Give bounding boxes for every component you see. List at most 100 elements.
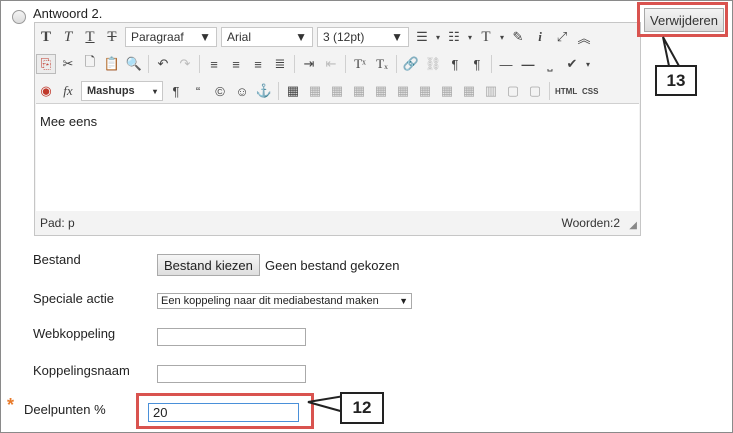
choose-file-button[interactable]: Bestand kiezen — [157, 254, 260, 276]
size-value: 3 (12pt) — [323, 30, 365, 44]
mashups-dropdown[interactable]: Mashups ▾ — [81, 81, 163, 101]
nonbreaking-space-icon[interactable]: ⎵ — [540, 54, 560, 74]
emoticon-icon[interactable]: ☺ — [232, 81, 252, 101]
chevron-down-icon[interactable]: ▾ — [466, 27, 474, 47]
chevron-down-icon: ▼ — [295, 30, 307, 44]
separator — [278, 82, 279, 100]
find-icon[interactable]: 🔍 — [124, 54, 144, 74]
underline-icon[interactable]: T — [80, 27, 100, 47]
file-status: Geen bestand gekozen — [265, 258, 400, 273]
chevron-down-icon[interactable]: ▾ — [498, 27, 506, 47]
subscript-icon[interactable]: Tₓ — [372, 54, 392, 74]
css-button[interactable]: CSS — [580, 81, 600, 101]
separator — [549, 82, 550, 100]
paste-icon[interactable]: 📋 — [102, 54, 122, 74]
answer-label: Antwoord 2. — [33, 6, 103, 21]
undo-icon[interactable]: ↶ — [153, 54, 173, 74]
rule-icon[interactable]: — — [518, 54, 538, 74]
copy-icon[interactable]: 🗋 — [80, 54, 100, 74]
align-center-icon[interactable]: ≡ — [226, 54, 246, 74]
bold-icon[interactable]: T — [36, 27, 56, 47]
toolbar-row-2: ⎘ ✂ 🗋 📋 🔍 ↶ ↷ ≡ ≡ ≡ ≣ ⇥ ⇤ Tˣ Tₓ 🔗 ⛓ ¶ ¶ … — [35, 51, 593, 77]
koppelingsnaam-input[interactable] — [157, 365, 306, 383]
highlight-icon[interactable]: ✎ — [508, 27, 528, 47]
info-icon[interactable]: i — [530, 27, 550, 47]
spellcheck-icon[interactable]: ✔ — [562, 54, 582, 74]
status-path: Pad: p — [40, 216, 75, 230]
highlight-box-13 — [637, 2, 728, 37]
speciale-actie-label: Speciale actie — [33, 291, 114, 306]
cut-icon[interactable]: ✂ — [58, 54, 78, 74]
bestand-label: Bestand — [33, 252, 81, 267]
koppelingsnaam-label: Koppelingsnaam — [33, 363, 130, 378]
table-merge-icon[interactable]: ▦ — [437, 81, 457, 101]
required-marker: * — [7, 395, 15, 415]
fullscreen-icon[interactable]: ⤢ — [552, 27, 572, 47]
table-blank2-icon[interactable]: ▢ — [525, 81, 545, 101]
horizontal-rule-icon[interactable]: — — [496, 54, 516, 74]
bullet-list-icon[interactable]: ☰ — [412, 27, 432, 47]
align-left-icon[interactable]: ≡ — [204, 54, 224, 74]
chevron-down-icon: ▼ — [199, 30, 211, 44]
separator — [199, 55, 200, 73]
editor-content[interactable]: Mee eens — [36, 103, 639, 211]
table-delete-col-icon[interactable]: ▦ — [415, 81, 435, 101]
format-dropdown[interactable]: Paragraaf ▼ — [125, 27, 217, 47]
editor-status-bar: Pad: p Woorden:2 ◢ — [35, 211, 640, 234]
chevron-down-icon[interactable]: ▾ — [584, 54, 592, 74]
chevron-down-icon: ▼ — [391, 30, 403, 44]
chevron-down-icon: ▼ — [399, 296, 408, 306]
answer-radio[interactable] — [12, 10, 26, 24]
strikethrough-icon[interactable]: T — [102, 27, 122, 47]
unlink-icon[interactable]: ⛓ — [423, 54, 443, 74]
indent-icon[interactable]: ⇥ — [299, 54, 319, 74]
callout-13: 13 — [655, 65, 697, 96]
pilcrow-icon[interactable]: ¶ — [166, 81, 186, 101]
redo-icon[interactable]: ↷ — [175, 54, 195, 74]
speciale-actie-value: Een koppeling naar dit mediabestand make… — [161, 295, 379, 307]
html-button[interactable]: HTML — [554, 81, 578, 101]
collapse-icon[interactable]: ︽ — [574, 27, 594, 47]
align-justify-icon[interactable]: ≣ — [270, 54, 290, 74]
copyright-icon[interactable]: © — [210, 81, 230, 101]
align-right-icon[interactable]: ≡ — [248, 54, 268, 74]
rtl-icon[interactable]: ¶ — [467, 54, 487, 74]
record-icon[interactable]: ◉ — [36, 81, 56, 101]
table-blank-icon[interactable]: ▢ — [503, 81, 523, 101]
resize-grip-icon[interactable]: ◢ — [629, 220, 637, 231]
deelpunten-label: Deelpunten % — [24, 402, 106, 417]
table-delete-row-icon[interactable]: ▦ — [371, 81, 391, 101]
webkoppeling-label: Webkoppeling — [33, 326, 116, 341]
ltr-icon[interactable]: ¶ — [445, 54, 465, 74]
chevron-down-icon[interactable]: ▾ — [434, 27, 442, 47]
anchor-icon[interactable]: ⚓ — [254, 81, 274, 101]
mashups-label: Mashups — [87, 85, 135, 97]
text-color-icon[interactable]: T — [476, 27, 496, 47]
table-split-icon[interactable]: ▦ — [459, 81, 479, 101]
font-value: Arial — [227, 30, 252, 44]
speciale-actie-select[interactable]: Een koppeling naar dit mediabestand make… — [157, 293, 412, 309]
superscript-icon[interactable]: Tˣ — [350, 54, 370, 74]
formula-icon[interactable]: fx — [58, 81, 78, 101]
callout-12: 12 — [340, 392, 384, 424]
toolbar-row-1: T T T T Paragraaf ▼ Arial ▼ 3 (12pt) ▼ ☰ ▾ … — [35, 24, 595, 50]
quote-icon[interactable]: “ — [188, 81, 208, 101]
outdent-icon[interactable]: ⇤ — [321, 54, 341, 74]
table-cell-icon[interactable]: ▦ — [327, 81, 347, 101]
separator — [294, 55, 295, 73]
webkoppeling-input[interactable] — [157, 328, 306, 346]
table-icon[interactable]: ▦ — [283, 81, 303, 101]
table-props-icon[interactable]: ▥ — [481, 81, 501, 101]
chevron-down-icon: ▾ — [152, 86, 157, 96]
italic-icon[interactable]: T — [58, 27, 78, 47]
table-row-icon[interactable]: ▦ — [305, 81, 325, 101]
font-dropdown[interactable]: Arial ▼ — [221, 27, 313, 47]
table-insert-col-icon[interactable]: ▦ — [393, 81, 413, 101]
numbered-list-icon[interactable]: ☷ — [444, 27, 464, 47]
callout-pointer-13 — [662, 36, 681, 67]
link-icon[interactable]: 🔗 — [401, 54, 421, 74]
size-dropdown[interactable]: 3 (12pt) ▼ — [317, 27, 409, 47]
paste-text-icon[interactable]: ⎘ — [36, 54, 56, 74]
toolbar-row-3: ◉ fx Mashups ▾ ¶ “ © ☺ ⚓ ▦ ▦ ▦ ▦ ▦ ▦ ▦ ▦ … — [35, 78, 601, 104]
table-insert-row-icon[interactable]: ▦ — [349, 81, 369, 101]
